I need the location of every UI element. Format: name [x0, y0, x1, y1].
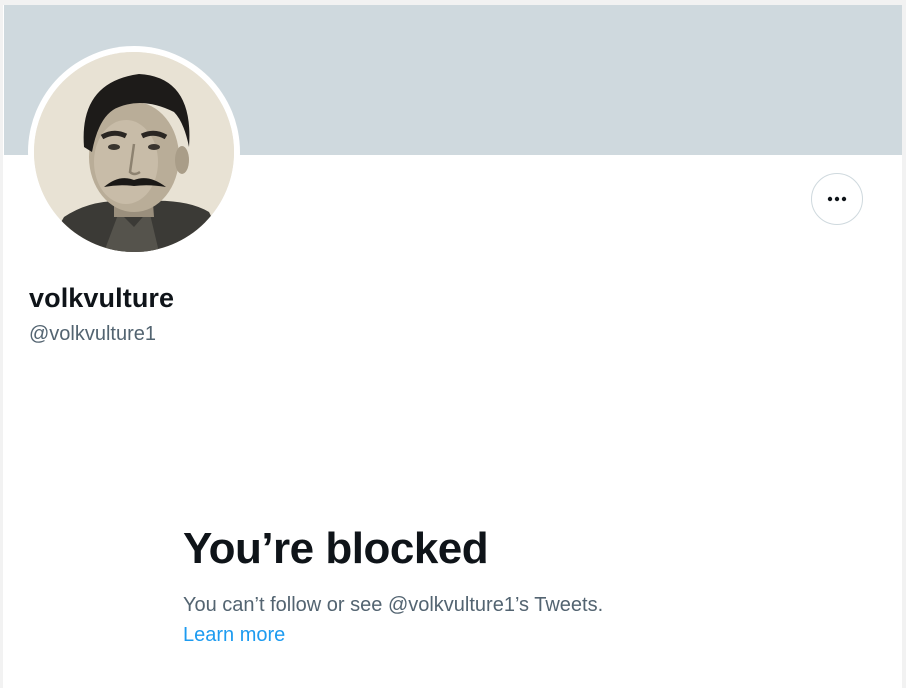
learn-more-link[interactable]: Learn more	[183, 624, 285, 647]
window-border-right	[902, 0, 906, 688]
blocked-title: You’re blocked	[183, 524, 489, 573]
profile-display-name: volkvulture	[29, 283, 175, 313]
blocked-message: You can’t follow or see @volkvulture1’s …	[183, 594, 604, 616]
profile-page: volkvulture @volkvulture1 You’re blocked…	[0, 0, 906, 688]
avatar[interactable]	[34, 52, 234, 252]
more-options-button[interactable]	[811, 173, 863, 225]
profile-handle: @volkvulture1	[29, 323, 157, 345]
more-dots-icon	[827, 196, 847, 202]
avatar-image	[34, 52, 234, 252]
window-border-left	[0, 0, 3, 688]
